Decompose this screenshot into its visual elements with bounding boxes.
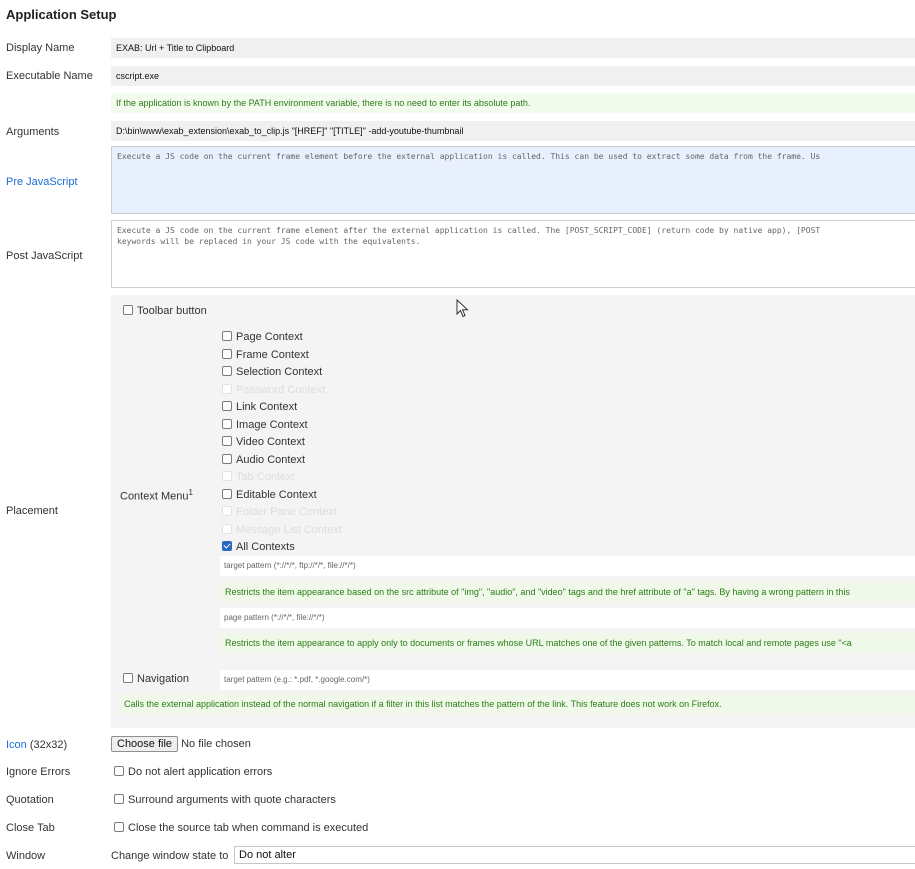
- icon-file-picker[interactable]: Choose file No file chosen: [111, 736, 251, 752]
- context-checkbox: [222, 506, 232, 517]
- arguments-input[interactable]: D:\bin\www\exab_extension\exab_to_clip.j…: [111, 121, 915, 141]
- window-state-prefix: Change window state to: [111, 850, 229, 862]
- context-option[interactable]: Selection Context: [222, 364, 322, 381]
- context-checkbox[interactable]: [222, 366, 232, 377]
- context-checkbox: [222, 523, 232, 534]
- close-tab-label: Close Tab: [6, 822, 55, 834]
- display-name-label: Display Name: [6, 42, 75, 54]
- close-tab-text: Close the source tab when command is exe…: [128, 822, 369, 834]
- context-checkbox: [222, 383, 232, 394]
- context-checkbox[interactable]: [222, 436, 232, 447]
- navigation-option[interactable]: Navigation: [123, 673, 189, 685]
- context-option: Message List Context: [222, 522, 342, 539]
- context-option[interactable]: Editable Context: [222, 487, 317, 504]
- context-menu-footnote: 1: [188, 488, 193, 497]
- context-checkbox[interactable]: [222, 348, 232, 359]
- context-label: Video Context: [236, 436, 305, 448]
- context-label: Password Context: [236, 383, 326, 396]
- close-tab-option[interactable]: Close the source tab when command is exe…: [114, 822, 368, 834]
- page-title: Application Setup: [6, 7, 117, 22]
- context-menu-text: Context Menu: [120, 490, 189, 503]
- context-label: Folder Pane Context: [236, 506, 337, 518]
- pre-javascript-textarea[interactable]: Execute a JS code on the current frame e…: [111, 146, 915, 214]
- executable-name-label: Executable Name: [6, 70, 93, 82]
- toolbar-button-label: Toolbar button: [137, 305, 207, 317]
- context-option[interactable]: Link Context: [222, 399, 297, 416]
- context-option[interactable]: Frame Context: [222, 347, 309, 364]
- context-option[interactable]: Image Context: [222, 417, 308, 434]
- mouse-cursor-icon: [456, 299, 469, 318]
- toolbar-button-checkbox[interactable]: [123, 305, 133, 316]
- quotation-checkbox[interactable]: [114, 794, 124, 805]
- context-option[interactable]: All Contexts: [222, 539, 295, 556]
- context-checkbox[interactable]: [222, 418, 232, 429]
- context-label: Page Context: [236, 331, 303, 343]
- context-label: Frame Context: [236, 348, 309, 361]
- context-label: All Contexts: [236, 541, 295, 553]
- quotation-text: Surround arguments with quote characters: [128, 794, 336, 806]
- ignore-errors-label: Ignore Errors: [6, 766, 71, 778]
- close-tab-checkbox[interactable]: [114, 822, 124, 833]
- context-label: Link Context: [236, 401, 298, 413]
- display-name-input[interactable]: EXAB: Url + Title to Clipboard: [111, 38, 915, 58]
- file-status-text: No file chosen: [181, 738, 251, 750]
- arguments-label: Arguments: [6, 126, 60, 138]
- icon-link[interactable]: Icon: [6, 739, 27, 751]
- context-label: Image Context: [236, 418, 308, 431]
- target-pattern-hint: Restricts the item appearance based on t…: [220, 582, 915, 602]
- navigation-hint: Calls the external application instead o…: [119, 694, 915, 714]
- window-state-select[interactable]: Do not alter: [234, 846, 915, 864]
- context-label: Selection Context: [236, 366, 323, 378]
- page-pattern-hint: Restricts the item appearance to apply o…: [220, 633, 915, 653]
- context-option[interactable]: Video Context: [222, 434, 305, 451]
- executable-hint: If the application is known by the PATH …: [111, 93, 915, 113]
- quotation-label: Quotation: [6, 794, 54, 806]
- choose-file-button[interactable]: Choose file: [111, 736, 179, 752]
- context-option[interactable]: Audio Context: [222, 452, 305, 469]
- toolbar-button-option[interactable]: Toolbar button: [123, 305, 207, 317]
- window-label: Window: [6, 850, 46, 862]
- context-option: Folder Pane Context: [222, 504, 337, 521]
- context-checkbox[interactable]: [222, 453, 232, 464]
- icon-label: Icon (32x32): [6, 739, 67, 751]
- ignore-errors-option[interactable]: Do not alert application errors: [114, 766, 272, 778]
- post-javascript-textarea[interactable]: Execute a JS code on the current frame e…: [111, 220, 915, 288]
- context-checkbox: [222, 471, 232, 482]
- context-checkbox[interactable]: [222, 401, 232, 412]
- context-label: Tab Context: [236, 471, 295, 483]
- quotation-option[interactable]: Surround arguments with quote characters: [114, 794, 336, 806]
- context-label: Audio Context: [236, 453, 306, 466]
- context-label: Editable Context: [236, 488, 317, 501]
- ignore-errors-checkbox[interactable]: [114, 766, 124, 777]
- navigation-pattern-input[interactable]: target pattern (e.g.: *.pdf, *.google.co…: [220, 670, 915, 690]
- placement-label: Placement: [6, 505, 58, 517]
- context-checkbox[interactable]: [222, 488, 232, 499]
- context-option[interactable]: Page Context: [222, 329, 303, 346]
- context-option: Tab Context: [222, 469, 295, 486]
- executable-name-input[interactable]: cscript.exe: [111, 66, 915, 86]
- icon-size-text: (32x32): [26, 739, 68, 751]
- pre-javascript-label[interactable]: Pre JavaScript: [6, 176, 78, 188]
- context-checkbox[interactable]: [222, 331, 232, 342]
- navigation-label: Navigation: [137, 673, 189, 685]
- navigation-checkbox[interactable]: [123, 673, 133, 684]
- target-pattern-input[interactable]: target pattern (*://*/*, ftp://*/*, file…: [220, 556, 915, 576]
- page-pattern-input[interactable]: page pattern (*://*/*, file://*/*): [220, 608, 915, 628]
- context-menu-label: Context Menu1: [120, 488, 193, 503]
- post-javascript-label: Post JavaScript: [6, 250, 83, 262]
- ignore-errors-text: Do not alert application errors: [128, 766, 273, 778]
- context-option: Password Context: [222, 382, 325, 399]
- context-checkbox[interactable]: [222, 541, 232, 552]
- context-label: Message List Context: [236, 523, 342, 536]
